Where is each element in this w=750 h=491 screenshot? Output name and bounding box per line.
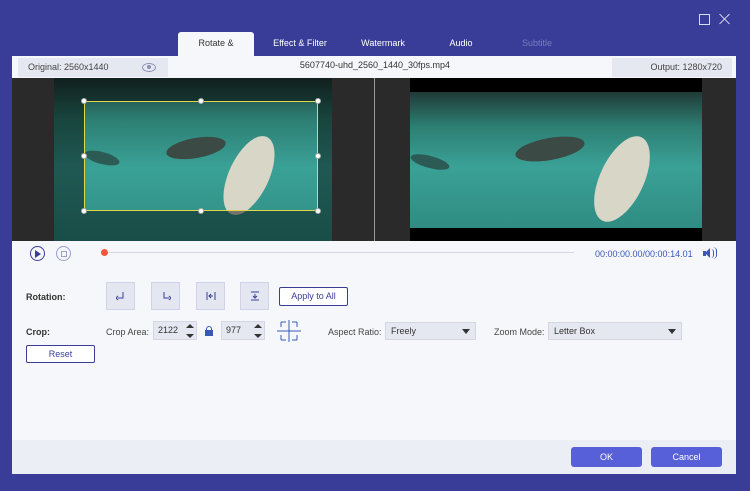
rotate-left-icon: [116, 292, 124, 301]
aspect-ratio-value: Freely: [391, 326, 417, 336]
stepper-arrows-icon[interactable]: [186, 323, 194, 339]
maximize-icon[interactable]: [697, 12, 711, 26]
flip-vertical-icon: [251, 291, 259, 301]
original-resolution-label: Original: 2560x1440: [28, 62, 109, 72]
close-icon[interactable]: [718, 12, 732, 26]
crop-handle[interactable]: [81, 153, 87, 159]
stepper-arrows-icon[interactable]: [254, 323, 262, 339]
crop-handle[interactable]: [315, 98, 321, 104]
crop-handle[interactable]: [315, 208, 321, 214]
progress-track[interactable]: [104, 252, 574, 253]
tab-effect-filter[interactable]: Effect & Filter: [254, 32, 346, 56]
crop-handle[interactable]: [198, 208, 204, 214]
crop-handle[interactable]: [198, 98, 204, 104]
zoom-mode-label: Zoom Mode:: [494, 327, 545, 337]
volume-wave: [713, 247, 717, 259]
zoom-mode-value: Letter Box: [554, 326, 596, 336]
chevron-down-icon: [668, 329, 676, 334]
crop-handle[interactable]: [315, 153, 321, 159]
rotate-right-button[interactable]: [151, 282, 180, 310]
eye-icon[interactable]: [142, 63, 156, 72]
chevron-down-icon: [462, 329, 470, 334]
crop-mask: [54, 101, 84, 211]
video-frame: [410, 92, 702, 228]
original-resolution: Original: 2560x1440: [18, 58, 168, 77]
tab-watermark[interactable]: Watermark: [346, 32, 420, 56]
crop-label: Crop:: [26, 327, 50, 337]
progress-knob[interactable]: [101, 249, 108, 256]
reset-button[interactable]: Reset: [26, 345, 95, 363]
volume-icon[interactable]: [703, 247, 717, 259]
crop-handle[interactable]: [81, 98, 87, 104]
cancel-button[interactable]: Cancel: [651, 447, 722, 467]
crop-handle[interactable]: [81, 208, 87, 214]
ok-button[interactable]: OK: [571, 447, 642, 467]
crop-height-stepper[interactable]: 977: [221, 321, 265, 340]
crop-height-value: 977: [226, 325, 242, 335]
output-preview: [410, 78, 702, 241]
aspect-ratio-label: Aspect Ratio:: [328, 327, 382, 337]
playback-time: 00:00:00.00/00:00:14.01: [595, 249, 693, 259]
tab-audio[interactable]: Audio: [420, 32, 502, 56]
flip-horizontal-icon: [206, 292, 216, 300]
apply-to-all-button[interactable]: Apply to All: [279, 287, 348, 306]
flip-horizontal-button[interactable]: [196, 282, 225, 310]
play-icon[interactable]: [30, 246, 45, 261]
rotation-label: Rotation:: [26, 292, 66, 302]
crop-area-label: Crop Area:: [106, 327, 150, 337]
rotate-right-icon: [163, 292, 171, 301]
zoom-mode-select[interactable]: Letter Box: [548, 322, 682, 340]
tab-rotate-crop[interactable]: Rotate & Crop: [178, 32, 254, 70]
preview-divider: [374, 78, 375, 241]
crop-selection[interactable]: [84, 101, 318, 211]
rotate-left-button[interactable]: [106, 282, 135, 310]
crop-mask: [54, 78, 332, 101]
crop-width-value: 2122: [158, 325, 179, 335]
lock-icon[interactable]: [205, 326, 213, 336]
tab-bar: Rotate & Crop Effect & Filter Watermark …: [178, 32, 572, 70]
tab-subtitle: Subtitle: [521, 38, 553, 48]
crop-mask: [54, 211, 332, 241]
aspect-ratio-select[interactable]: Freely: [385, 322, 476, 340]
stop-icon[interactable]: [56, 246, 71, 261]
center-crop-icon[interactable]: [277, 320, 301, 342]
info-bar: Original: 2560x1440 5607740-uhd_2560_144…: [18, 58, 732, 77]
flip-vertical-button[interactable]: [240, 282, 269, 310]
output-resolution: Output: 1280x720: [612, 58, 732, 77]
crop-width-stepper[interactable]: 2122: [153, 321, 197, 340]
